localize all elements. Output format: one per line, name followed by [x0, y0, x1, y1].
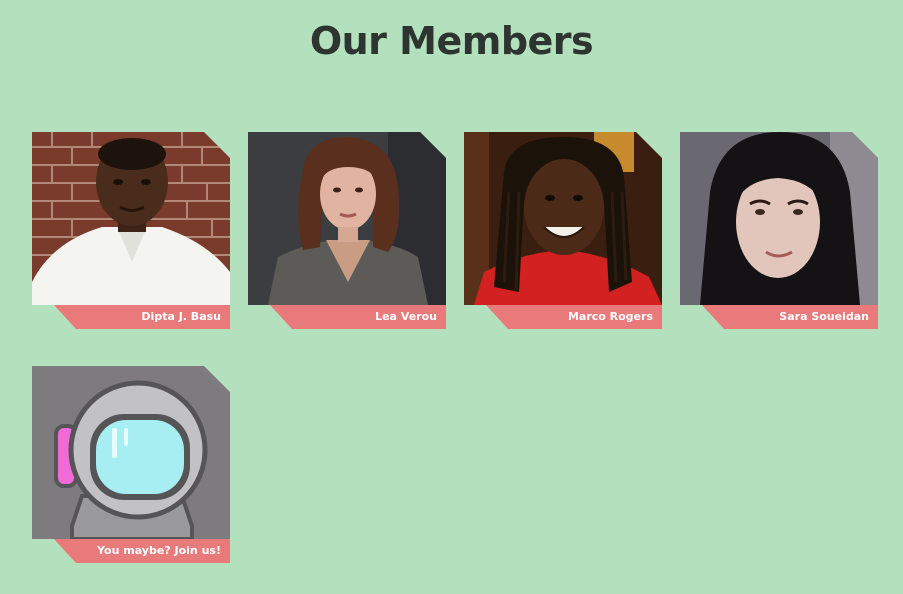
member-photo: [680, 132, 878, 305]
member-card-sara-soueidan[interactable]: Sara Soueidan: [680, 132, 878, 329]
join-us-image: [32, 366, 230, 539]
member-name: Sara Soueidan: [702, 305, 878, 329]
avatar-photo: [248, 132, 446, 305]
member-name: Lea Verou: [270, 305, 446, 329]
member-card-lea-verou[interactable]: Lea Verou: [248, 132, 446, 329]
page-title: Our Members: [309, 19, 594, 63]
member-photo: [464, 132, 662, 305]
astronaut-helmet-icon: [32, 366, 230, 539]
avatar-photo: [32, 132, 230, 305]
members-page: Our Members Dipta J. Basu Lea Verou Marc…: [0, 0, 903, 594]
avatar-photo: [680, 132, 878, 305]
member-photo: [248, 132, 446, 305]
member-card-dipta-basu[interactable]: Dipta J. Basu: [32, 132, 230, 329]
member-photo: [32, 132, 230, 305]
member-card-marco-rogers[interactable]: Marco Rogers: [464, 132, 662, 329]
join-us-label: You maybe? Join us!: [54, 539, 230, 563]
member-name: Marco Rogers: [486, 305, 662, 329]
join-us-card[interactable]: You maybe? Join us!: [32, 366, 230, 563]
avatar-photo: [464, 132, 662, 305]
member-name: Dipta J. Basu: [54, 305, 230, 329]
